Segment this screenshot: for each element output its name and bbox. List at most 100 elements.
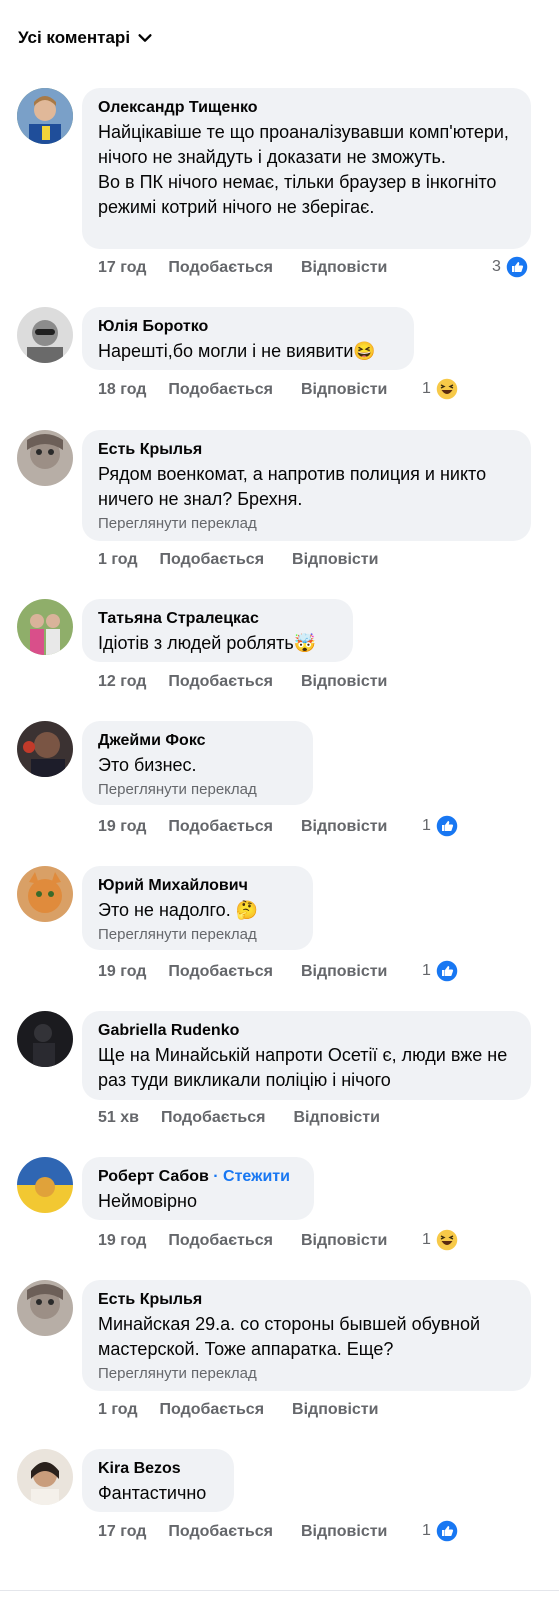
reaction-summary[interactable]: 3	[492, 255, 529, 279]
reaction-summary[interactable]: 1	[422, 377, 459, 401]
reaction-count: 1	[422, 380, 431, 397]
avatar[interactable]	[17, 866, 73, 922]
reaction-summary[interactable]: 1	[422, 1228, 459, 1252]
comment-time[interactable]: 19 год	[98, 963, 146, 981]
comment-time[interactable]: 17 год	[98, 259, 146, 277]
reaction-summary[interactable]: 1	[422, 814, 459, 838]
chevron-down-icon	[138, 34, 152, 42]
reaction-count: 1	[422, 1231, 431, 1248]
comment-time[interactable]: 12 год	[98, 673, 146, 691]
reaction-summary[interactable]: 1	[422, 959, 459, 983]
comment-actions: 12 год Подобається Відповісти	[98, 673, 387, 691]
comment-author[interactable]: Юлія Боротко	[98, 317, 398, 337]
avatar[interactable]	[17, 307, 73, 363]
like-button[interactable]: Подобається	[160, 551, 265, 569]
reply-button[interactable]: Відповісти	[301, 818, 387, 836]
comment-text: Фантастично	[98, 1483, 207, 1503]
like-button[interactable]: Подобається	[168, 963, 273, 981]
comment-time[interactable]: 51 хв	[98, 1109, 139, 1127]
reply-button[interactable]: Відповісти	[301, 963, 387, 981]
like-icon	[505, 255, 529, 279]
reply-button[interactable]: Відповісти	[301, 1523, 387, 1541]
comment-actions: 19 год Подобається Відповісти	[98, 818, 387, 836]
comment-text: Ідіотів з людей роблять🤯	[98, 633, 317, 653]
avatar[interactable]	[17, 1011, 73, 1067]
haha-icon	[435, 1228, 459, 1252]
comment-text: Нарешті,бо могли і не виявити😆	[98, 341, 376, 361]
like-button[interactable]: Подобається	[168, 1232, 273, 1250]
comment-author[interactable]: Есть Крылья	[98, 440, 515, 460]
comment-time[interactable]: 18 год	[98, 381, 146, 399]
comment-time[interactable]: 1 год	[98, 551, 138, 569]
comment-time[interactable]: 17 год	[98, 1523, 146, 1541]
reply-button[interactable]: Відповісти	[301, 381, 387, 399]
comment-author[interactable]: Татьяна Стралецкас	[98, 609, 337, 629]
comment-author[interactable]: Юрий Михайлович	[98, 876, 297, 896]
comment-bubble: Есть Крылья Рядом военкомат, а напротив …	[82, 430, 531, 541]
comment-bubble: Юлія Боротко Нарешті,бо могли і не вияви…	[82, 307, 414, 370]
comment-author[interactable]: Gabriella Rudenko	[98, 1021, 515, 1041]
reaction-count: 1	[422, 817, 431, 834]
like-button[interactable]: Подобається	[168, 1523, 273, 1541]
comment-actions: 19 год Подобається Відповісти	[98, 963, 387, 981]
avatar[interactable]	[17, 721, 73, 777]
comment-bubble: Роберт Сабов · Стежити Неймовірно	[82, 1157, 314, 1220]
reply-button[interactable]: Відповісти	[301, 1232, 387, 1250]
comment-text: Ще на Минайській напроти Осетії є, люди …	[98, 1045, 508, 1090]
reaction-summary[interactable]: 1	[422, 1519, 459, 1543]
comment-bubble: Джейми Фокс Это бизнес. Переглянути пере…	[82, 721, 313, 805]
like-button[interactable]: Подобається	[168, 259, 273, 277]
comment-time[interactable]: 19 год	[98, 818, 146, 836]
avatar[interactable]	[17, 599, 73, 655]
reply-button[interactable]: Відповісти	[292, 1401, 378, 1419]
avatar[interactable]	[17, 88, 73, 144]
reply-button[interactable]: Відповісти	[301, 673, 387, 691]
like-button[interactable]: Подобається	[161, 1109, 266, 1127]
comment-actions: 51 хв Подобається Відповісти	[98, 1109, 380, 1127]
comment-bubble: Юрий Михайлович Это не надолго. 🤔 Перегл…	[82, 866, 313, 950]
avatar[interactable]	[17, 1280, 73, 1336]
see-translation-link[interactable]: Переглянути переклад	[98, 925, 297, 945]
reaction-count: 1	[422, 1522, 431, 1539]
comment-author[interactable]: Kira Bezos	[98, 1459, 218, 1479]
comment-author[interactable]: Джейми Фокс	[98, 731, 297, 751]
comment-author-line: Роберт Сабов · Стежити	[98, 1167, 298, 1187]
all-comments-dropdown[interactable]: Усі коментарі	[18, 28, 154, 48]
avatar[interactable]	[17, 430, 73, 486]
see-translation-link[interactable]: Переглянути переклад	[98, 514, 515, 534]
like-button[interactable]: Подобається	[168, 818, 273, 836]
like-button[interactable]: Подобається	[160, 1401, 265, 1419]
comment-time[interactable]: 1 год	[98, 1401, 138, 1419]
comment-text: Это не надолго. 🤔	[98, 900, 259, 920]
see-translation-link[interactable]: Переглянути переклад	[98, 1364, 515, 1384]
like-icon	[435, 959, 459, 983]
reply-button[interactable]: Відповісти	[294, 1109, 380, 1127]
like-icon	[435, 1519, 459, 1543]
like-button[interactable]: Подобається	[168, 381, 273, 399]
comment-actions: 19 год Подобається Відповісти	[98, 1232, 387, 1250]
comment-bubble: Gabriella Rudenko Ще на Минайській напро…	[82, 1011, 531, 1100]
avatar[interactable]	[17, 1157, 73, 1213]
comment-bubble: Олександр Тищенко Найцікавіше те що проа…	[82, 88, 531, 249]
all-comments-label: Усі коментарі	[18, 28, 131, 47]
see-translation-link[interactable]: Переглянути переклад	[98, 780, 297, 800]
like-button[interactable]: Подобається	[168, 673, 273, 691]
like-icon	[435, 814, 459, 838]
haha-icon	[435, 377, 459, 401]
comment-text: Это бизнес.	[98, 755, 197, 775]
comment-author[interactable]: Есть Крылья	[98, 1290, 515, 1310]
avatar[interactable]	[17, 1449, 73, 1505]
reply-button[interactable]: Відповісти	[292, 551, 378, 569]
comment-text: Неймовірно	[98, 1191, 197, 1211]
comment-bubble: Есть Крылья Минайская 29.а. со стороны б…	[82, 1280, 531, 1391]
follow-link[interactable]: · Стежити	[213, 1168, 290, 1185]
comment-text: Рядом военкомат, а напротив полиция и ни…	[98, 464, 487, 509]
reaction-count: 1	[422, 962, 431, 979]
reply-button[interactable]: Відповісти	[301, 259, 387, 277]
comment-author[interactable]: Роберт Сабов	[98, 1168, 209, 1185]
comment-time[interactable]: 19 год	[98, 1232, 146, 1250]
comment-actions: 17 год Подобається Відповісти	[98, 1523, 387, 1541]
comment-actions: 17 год Подобається Відповісти	[98, 259, 387, 277]
comment-actions: 18 год Подобається Відповісти	[98, 381, 387, 399]
comment-author[interactable]: Олександр Тищенко	[98, 98, 515, 118]
